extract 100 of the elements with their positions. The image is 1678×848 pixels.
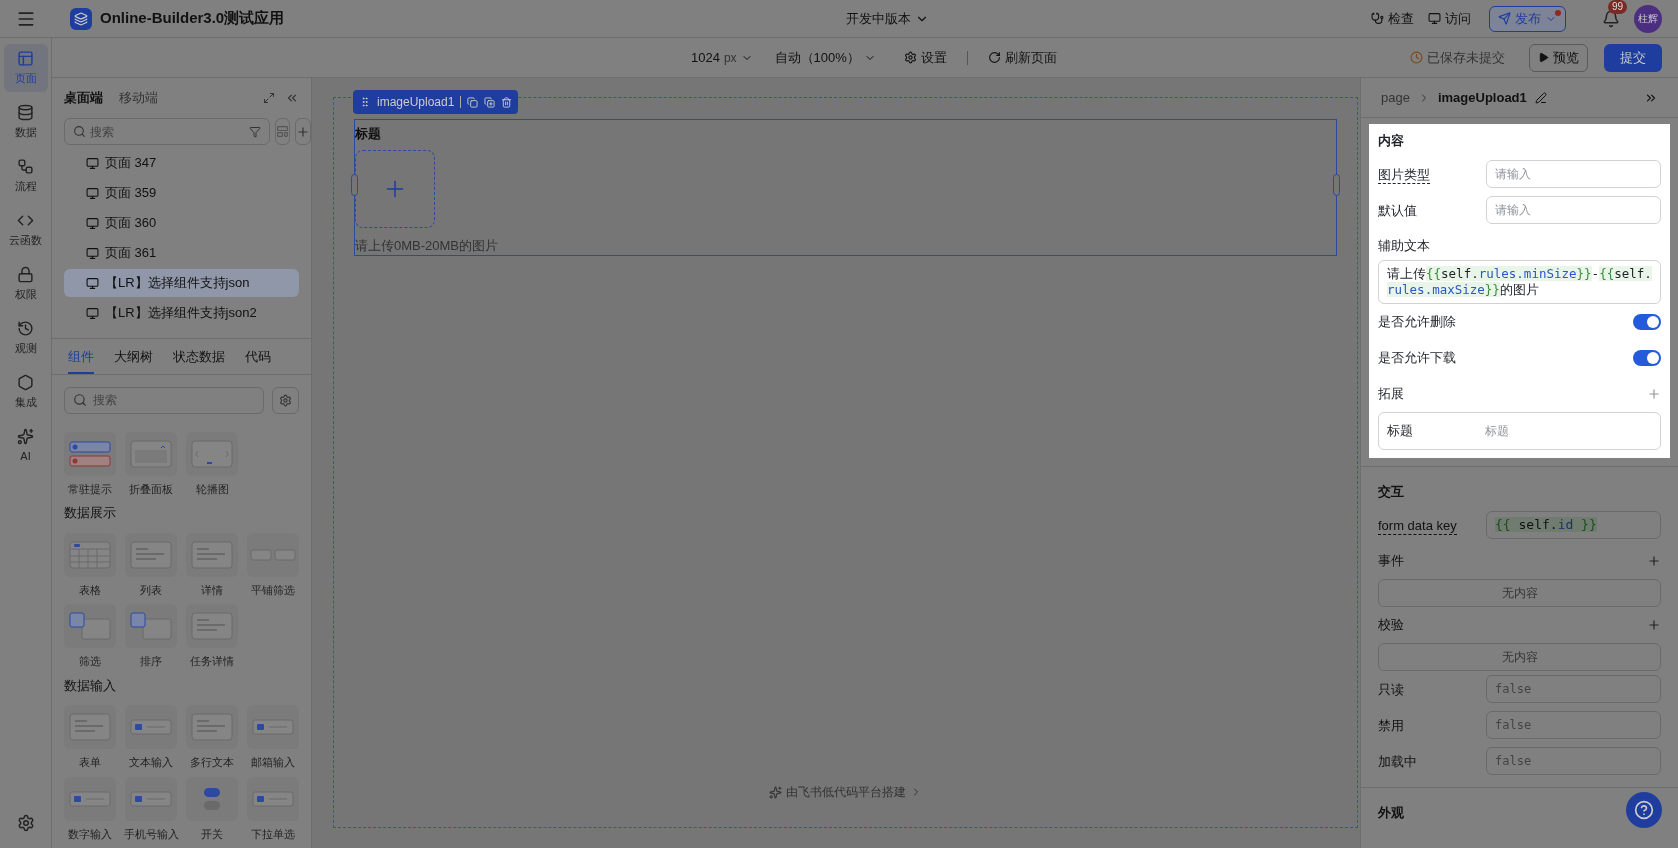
layout-icon (17, 49, 34, 67)
version-dropdown[interactable]: 开发中版本 (846, 8, 930, 29)
settings-button[interactable]: 设置 (903, 47, 947, 68)
resize-handle[interactable] (1333, 174, 1340, 196)
search-input[interactable]: 搜索 (90, 122, 245, 141)
copy-icon[interactable] (467, 96, 479, 108)
app-logo-icon (70, 7, 92, 30)
component-label: 折叠面板 (129, 481, 173, 497)
platform-footer-link[interactable]: 由飞书低代码平台搭建 (769, 783, 922, 801)
header-action[interactable]: 检查 (1371, 8, 1414, 29)
platform-tab[interactable]: 移动端 (119, 88, 158, 108)
breadcrumb-parent[interactable]: page (1381, 87, 1410, 108)
nav-item[interactable]: AI (3, 422, 48, 470)
component-tile[interactable] (186, 532, 238, 577)
send-icon (1498, 12, 1511, 25)
platform-tab[interactable]: 桌面端 (64, 88, 103, 108)
code-field[interactable]: 请上传{{self.rules.minSize}}-{{self. rules.maxSize}}的图片 (1378, 260, 1661, 304)
add-icon[interactable] (1647, 387, 1661, 401)
duplicate-icon[interactable] (484, 96, 496, 108)
settings-icon (903, 51, 917, 64)
component-tile[interactable] (186, 431, 238, 476)
toggle-switch[interactable] (1633, 350, 1661, 366)
resize-handle[interactable] (351, 174, 358, 196)
property-field[interactable]: false (1486, 711, 1661, 739)
component-tag[interactable]: imageUpload1 (353, 90, 519, 114)
add-folder-button[interactable] (275, 118, 290, 145)
component-tile[interactable] (64, 705, 116, 749)
settings-icon[interactable] (16, 814, 35, 832)
preview-button[interactable]: 预览 (1529, 43, 1588, 72)
zoom-dropdown[interactable]: 自动（100%） (774, 47, 876, 68)
component-tile[interactable] (125, 431, 177, 476)
expand-icon[interactable] (263, 92, 275, 104)
component-tile[interactable] (125, 776, 177, 821)
section-title: 交互 (1378, 483, 1404, 502)
panel-tab[interactable]: 大纲树 (114, 341, 153, 374)
component-preview-icon (127, 609, 175, 643)
nav-item[interactable]: 集成 (3, 368, 48, 416)
property-field[interactable]: false (1486, 747, 1661, 775)
search-icon (73, 393, 87, 407)
nav-item[interactable]: 数据 (3, 98, 48, 146)
clock-icon (1410, 51, 1423, 64)
component-group-title: 数据展示 (64, 504, 117, 522)
nav-item[interactable]: 权限 (3, 260, 48, 308)
trash-icon[interactable] (501, 96, 513, 108)
nav-item[interactable]: 云函数 (3, 206, 48, 254)
property-label: 事件 (1378, 552, 1404, 571)
property-label: 图片类型 (1378, 167, 1430, 184)
component-tile[interactable] (247, 705, 299, 749)
panel-tab[interactable]: 代码 (245, 341, 271, 374)
component-tile[interactable] (186, 776, 238, 821)
refresh-icon (987, 51, 1001, 64)
notification-bell-icon[interactable] (1602, 9, 1620, 28)
empty-list-field[interactable]: 无内容 (1378, 579, 1661, 607)
code-field[interactable]: {{ self.id }} (1486, 511, 1661, 539)
component-label: 下拉单选 (251, 826, 295, 842)
nav-item[interactable]: 流程 (3, 152, 48, 200)
panel-tab[interactable]: 状态数据 (173, 341, 225, 374)
component-tile[interactable] (125, 532, 177, 577)
filter-icon[interactable] (249, 125, 261, 138)
component-tile[interactable] (64, 431, 116, 476)
add-icon[interactable] (1647, 618, 1661, 632)
search-input[interactable]: 搜索 (93, 391, 255, 409)
user-avatar[interactable]: 柱辉 (1634, 4, 1662, 33)
component-tile[interactable] (247, 776, 299, 821)
component-tile[interactable] (64, 532, 116, 577)
rename-icon[interactable] (1534, 91, 1547, 104)
component-tile[interactable] (186, 705, 238, 749)
extension-card[interactable]: 标题 标题 (1378, 412, 1661, 450)
component-label: 文本输入 (129, 755, 173, 770)
selected-component[interactable]: 标题 请上传0MB-20MB的图片 (354, 119, 1337, 256)
submit-button[interactable]: 提交 (1604, 43, 1662, 72)
monitor-icon (86, 216, 99, 230)
page-item[interactable]: 【LR】选择组件支持json (64, 269, 299, 297)
drag-handle-icon[interactable] (359, 96, 371, 108)
collapse-icon[interactable] (285, 91, 299, 105)
nav-item[interactable]: 观测 (3, 314, 48, 362)
component-tile[interactable] (186, 604, 238, 648)
component-settings-button[interactable] (272, 386, 299, 414)
component-tile[interactable] (125, 705, 177, 749)
component-tile[interactable] (64, 604, 116, 648)
page-search-field[interactable]: 搜索 (64, 118, 270, 145)
toggle-switch[interactable] (1633, 314, 1661, 330)
property-label: 拓展 (1378, 385, 1404, 404)
empty-list-field[interactable]: 无内容 (1378, 643, 1661, 671)
width-dropdown[interactable]: 1024 px (691, 47, 753, 68)
panel-tab[interactable]: 组件 (68, 341, 94, 374)
refresh-button[interactable]: 刷新页面 (987, 47, 1057, 68)
component-preview-icon (66, 609, 114, 643)
component-label: 列表 (140, 582, 162, 598)
component-tile[interactable] (125, 604, 177, 648)
property-field[interactable]: false (1486, 675, 1661, 703)
publish-button[interactable]: 发布 (1489, 5, 1566, 32)
help-button[interactable] (1626, 792, 1662, 828)
header-action[interactable]: 访问 (1428, 8, 1471, 29)
component-label: 排序 (140, 654, 162, 669)
add-icon[interactable] (1647, 554, 1661, 568)
plus-icon (296, 124, 310, 139)
add-page-button[interactable] (295, 118, 311, 145)
component-search-field[interactable]: 搜索 (64, 386, 264, 414)
component-tile[interactable] (64, 776, 116, 821)
